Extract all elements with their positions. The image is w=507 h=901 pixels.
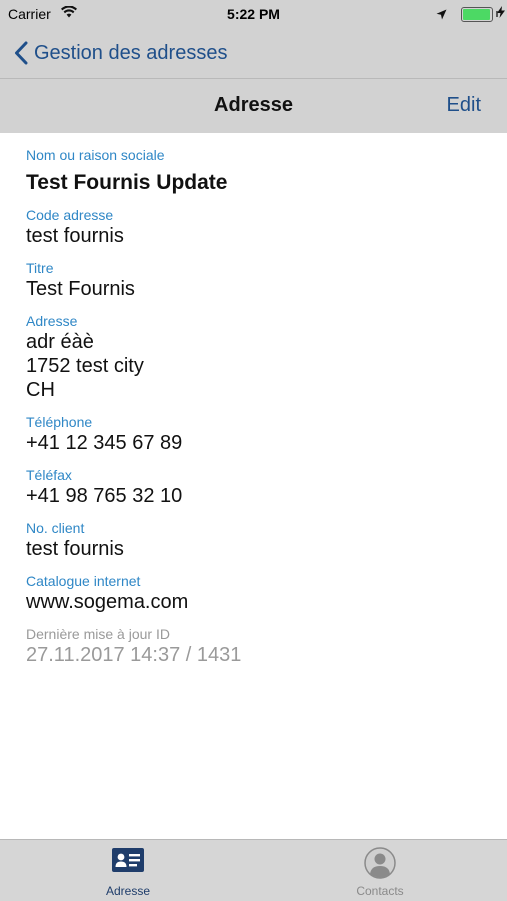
field-client-label: No. client [26, 520, 85, 536]
charging-bolt-icon [497, 6, 505, 21]
field-telephone-value[interactable]: +41 12 345 67 89 [26, 431, 486, 455]
tab-adresse[interactable]: Adresse [53, 840, 203, 901]
tab-contacts[interactable]: Contacts [305, 840, 455, 901]
back-button[interactable]: Gestion des adresses [14, 38, 227, 68]
field-update-value: 27.11.2017 14:37 / 1431 [26, 644, 242, 666]
battery-icon [461, 7, 493, 22]
field-telephone-label: Téléphone [26, 414, 93, 430]
tab-contacts-label: Contacts [356, 884, 404, 898]
navigation-bar: Gestion des adresses [0, 28, 507, 79]
field-telefax-value: +41 98 765 32 10 [26, 485, 183, 507]
address-card-icon [53, 848, 203, 872]
tab-adresse-label: Adresse [105, 884, 151, 898]
address-detail: Nom ou raison sociale Test Fournis Updat… [26, 146, 486, 678]
field-adresse-line2: 1752 test city [26, 355, 144, 377]
field-update: Dernière mise à jour ID 27.11.2017 14:37… [26, 625, 486, 667]
tab-bar: Adresse Contacts [0, 839, 507, 901]
chevron-left-icon [15, 41, 28, 65]
title-toolbar: Adresse Edit [0, 79, 507, 133]
field-titre-label: Titre [26, 260, 54, 276]
edit-button[interactable]: Edit [447, 94, 481, 117]
location-arrow-icon [436, 7, 447, 23]
field-update-label: Dernière mise à jour ID [26, 626, 170, 642]
field-code-value: test fournis [26, 225, 124, 247]
back-button-label: Gestion des adresses [34, 41, 228, 64]
status-bar: Carrier 5:22 PM [0, 0, 507, 28]
field-code-label: Code adresse [26, 207, 114, 223]
field-titre-value: Test Fournis [26, 278, 135, 300]
field-name: Nom ou raison sociale Test Fournis Updat… [26, 146, 486, 195]
field-name-value: Test Fournis Update [26, 171, 228, 194]
field-catalogue-value[interactable]: www.sogema.com [26, 590, 486, 614]
field-catalogue-label: Catalogue internet [26, 573, 141, 589]
person-icon [305, 847, 455, 879]
field-adresse-line1: adr éàè [26, 331, 94, 353]
field-telefax-label: Téléfax [26, 467, 72, 483]
field-adresse-label: Adresse [26, 313, 78, 329]
field-client: No. client test fournis [26, 519, 486, 561]
field-code: Code adresse test fournis [26, 206, 486, 248]
field-adresse-line3: CH [26, 379, 55, 401]
field-titre: Titre Test Fournis [26, 259, 486, 301]
field-name-label: Nom ou raison sociale [26, 147, 165, 163]
clock: 5:22 PM [227, 6, 280, 22]
field-client-value: test fournis [26, 538, 124, 560]
page-title: Adresse [214, 94, 293, 116]
field-adresse: Adresse adr éàè 1752 test city CH [26, 312, 486, 402]
field-telephone: Téléphone +41 12 345 67 89 [26, 413, 486, 455]
field-catalogue: Catalogue internet www.sogema.com [26, 572, 486, 614]
field-telefax: Téléfax +41 98 765 32 10 [26, 466, 486, 508]
